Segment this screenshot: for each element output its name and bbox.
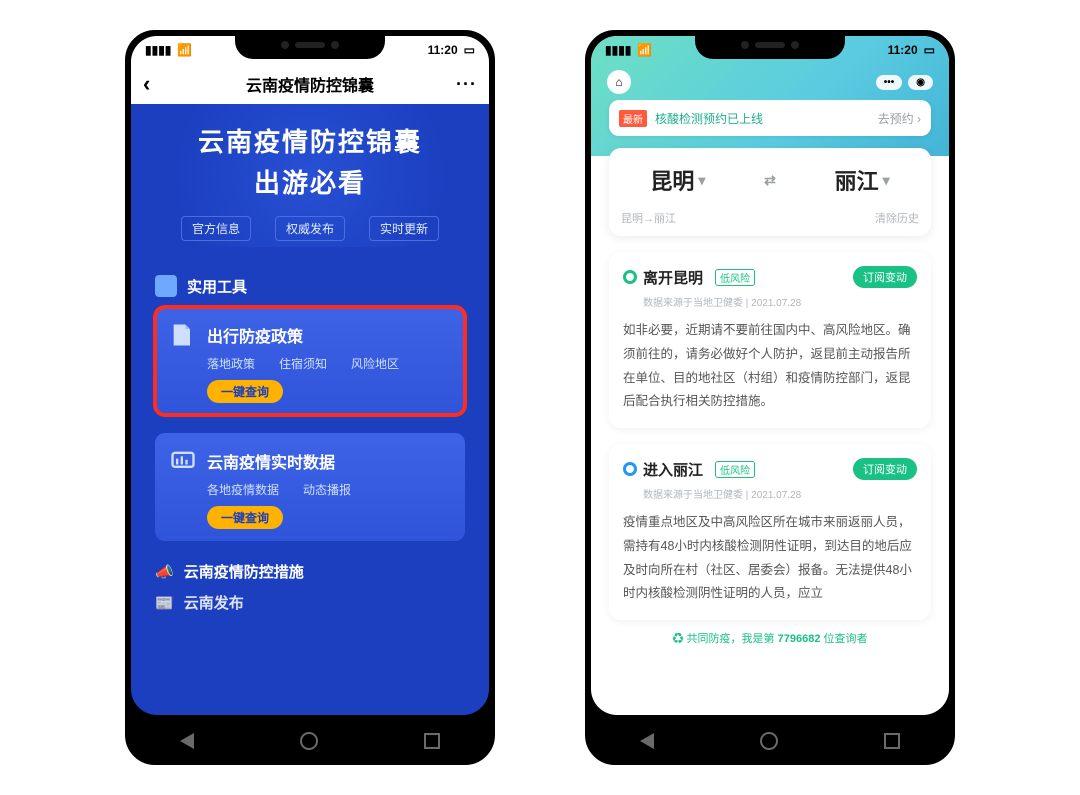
notice-bar[interactable]: 最新 核酸检测预约已上线 去预约 › — [609, 100, 931, 136]
status-time: 11:20 — [428, 43, 458, 57]
screen-right: ▮▮▮▮ 📶 11:20 ▭ ⌂ ••• ◉ 最新 核酸检测预约已上线 去预约 › … — [591, 36, 949, 715]
nav-back[interactable] — [180, 733, 194, 749]
nav-home[interactable] — [760, 732, 778, 750]
card-sub: 动态播报 — [303, 481, 351, 498]
card-title: 出行防疫政策 — [207, 323, 303, 347]
info-card-leave: 离开昆明 低风险 订阅变动 数据来源于当地卫健委 | 2021.07.28 如非… — [609, 252, 931, 428]
back-button[interactable]: ‹ — [143, 73, 150, 95]
from-city[interactable]: 昆明▾ — [650, 164, 705, 196]
section-title-tools: 实用工具 — [155, 275, 465, 297]
megaphone-icon: 📣 — [155, 563, 174, 581]
news-icon: 📰 — [155, 594, 174, 612]
tools-icon — [155, 275, 177, 297]
phone-left: ▮▮▮▮ 📶 11:20 ▭ ‹ 云南疫情防控锦囊 ··· 云南疫情防控锦囊 出游必… — [125, 30, 495, 765]
policy-icon — [169, 321, 197, 349]
mp-menu[interactable]: ••• — [876, 75, 903, 90]
titlebar: ‹ 云南疫情防控锦囊 ··· — [131, 64, 489, 104]
hero: 云南疫情防控锦囊 出游必看 官方信息 权威发布 实时更新 — [131, 104, 489, 247]
info-card-enter: 进入丽江 低风险 订阅变动 数据来源于当地卫健委 | 2021.07.28 疫情… — [609, 444, 931, 620]
item-publish[interactable]: 📰 云南发布 — [155, 592, 465, 613]
android-navbar — [127, 719, 493, 763]
phone-right: ▮▮▮▮ 📶 11:20 ▭ ⌂ ••• ◉ 最新 核酸检测预约已上线 去预约 › … — [585, 30, 955, 765]
subscribe-button[interactable]: 订阅变动 — [853, 266, 917, 288]
card-sub: 住宿须知 — [279, 355, 327, 372]
query-button[interactable]: 一键查询 — [207, 380, 283, 403]
chevron-down-icon: ▾ — [883, 172, 890, 189]
battery-icon: ▭ — [924, 43, 935, 57]
stats-icon — [169, 447, 197, 475]
signal-icon: ▮▮▮▮ — [145, 43, 171, 57]
hero-badges: 官方信息 权威发布 实时更新 — [139, 216, 481, 241]
subscribe-button[interactable]: 订阅变动 — [853, 458, 917, 480]
swap-button[interactable]: ⇄ — [764, 172, 776, 189]
content: 最新 核酸检测预约已上线 去预约 › 昆明▾ ⇄ 丽江▾ 昆明→丽江 清除历史 — [591, 100, 949, 715]
badge: 官方信息 — [181, 216, 251, 241]
battery-icon: ▭ — [464, 43, 475, 57]
data-source: 数据来源于当地卫健委 | 2021.07.28 — [643, 486, 917, 501]
badge: 实时更新 — [369, 216, 439, 241]
nav-recent[interactable] — [424, 733, 440, 749]
content: 实用工具 出行防疫政策 落地政策 住宿须知 风险地区 一键查询 — [131, 247, 489, 633]
card-sub: 风险地区 — [351, 355, 399, 372]
nav-recent[interactable] — [884, 733, 900, 749]
query-button[interactable]: 一键查询 — [207, 506, 283, 529]
nav-back[interactable] — [640, 733, 654, 749]
signal-icon: ▮▮▮▮ — [605, 43, 631, 57]
info-body: 如非必要，近期请不要前往国内中、高风险地区。确须前往的，请务必做好个人防护，返昆… — [623, 319, 917, 414]
wifi-icon: 📶 — [177, 43, 192, 57]
mp-close[interactable]: ◉ — [908, 75, 933, 90]
wifi-icon: 📶 — [637, 43, 652, 57]
info-body: 疫情重点地区及中高风险区所在城市来丽返丽人员，需持有48小时内核酸检测阴性证明，… — [623, 511, 917, 606]
notice-go[interactable]: 去预约 › — [878, 110, 921, 127]
card-sub: 各地疫情数据 — [207, 481, 279, 498]
nav-home[interactable] — [300, 732, 318, 750]
risk-badge: 低风险 — [715, 461, 755, 478]
hero-line2: 出游必看 — [139, 163, 481, 200]
info-title: 进入丽江 — [643, 459, 703, 480]
status-time: 11:20 — [888, 43, 918, 57]
card-realtime-data[interactable]: 云南疫情实时数据 各地疫情数据 动态播报 一键查询 — [155, 433, 465, 541]
info-title: 离开昆明 — [643, 267, 703, 288]
data-source: 数据来源于当地卫健委 | 2021.07.28 — [643, 294, 917, 309]
notch — [235, 31, 385, 59]
risk-badge: 低风险 — [715, 269, 755, 286]
footer-counter: ♻ 共同防疫，我是第 7796682 位查询者 — [609, 630, 931, 646]
card-sub: 落地政策 — [207, 355, 255, 372]
screen-left: ▮▮▮▮ 📶 11:20 ▭ ‹ 云南疫情防控锦囊 ··· 云南疫情防控锦囊 出游必… — [131, 36, 489, 715]
card-travel-policy[interactable]: 出行防疫政策 落地政策 住宿须知 风险地区 一键查询 — [155, 307, 465, 415]
page-title: 云南疫情防控锦囊 — [246, 72, 374, 96]
more-button[interactable]: ··· — [456, 74, 477, 95]
tag-new: 最新 — [619, 110, 647, 127]
badge: 权威发布 — [275, 216, 345, 241]
miniprogram-bar: ⌂ ••• ◉ — [591, 64, 949, 100]
chevron-down-icon: ▾ — [698, 172, 705, 189]
android-navbar — [587, 719, 953, 763]
notch — [695, 31, 845, 59]
notice-text: 核酸检测预约已上线 — [655, 110, 870, 127]
pin-icon — [623, 462, 637, 476]
pin-icon — [623, 270, 637, 284]
route-card: 昆明▾ ⇄ 丽江▾ 昆明→丽江 清除历史 — [609, 148, 931, 236]
card-title: 云南疫情实时数据 — [207, 449, 335, 473]
home-button[interactable]: ⌂ — [607, 70, 631, 94]
hero-line1: 云南疫情防控锦囊 — [139, 122, 481, 159]
item-measures[interactable]: 📣 云南疫情防控措施 — [155, 561, 465, 582]
to-city[interactable]: 丽江▾ — [835, 164, 890, 196]
clear-history[interactable]: 清除历史 — [875, 210, 919, 226]
history-item[interactable]: 昆明→丽江 — [621, 210, 676, 226]
